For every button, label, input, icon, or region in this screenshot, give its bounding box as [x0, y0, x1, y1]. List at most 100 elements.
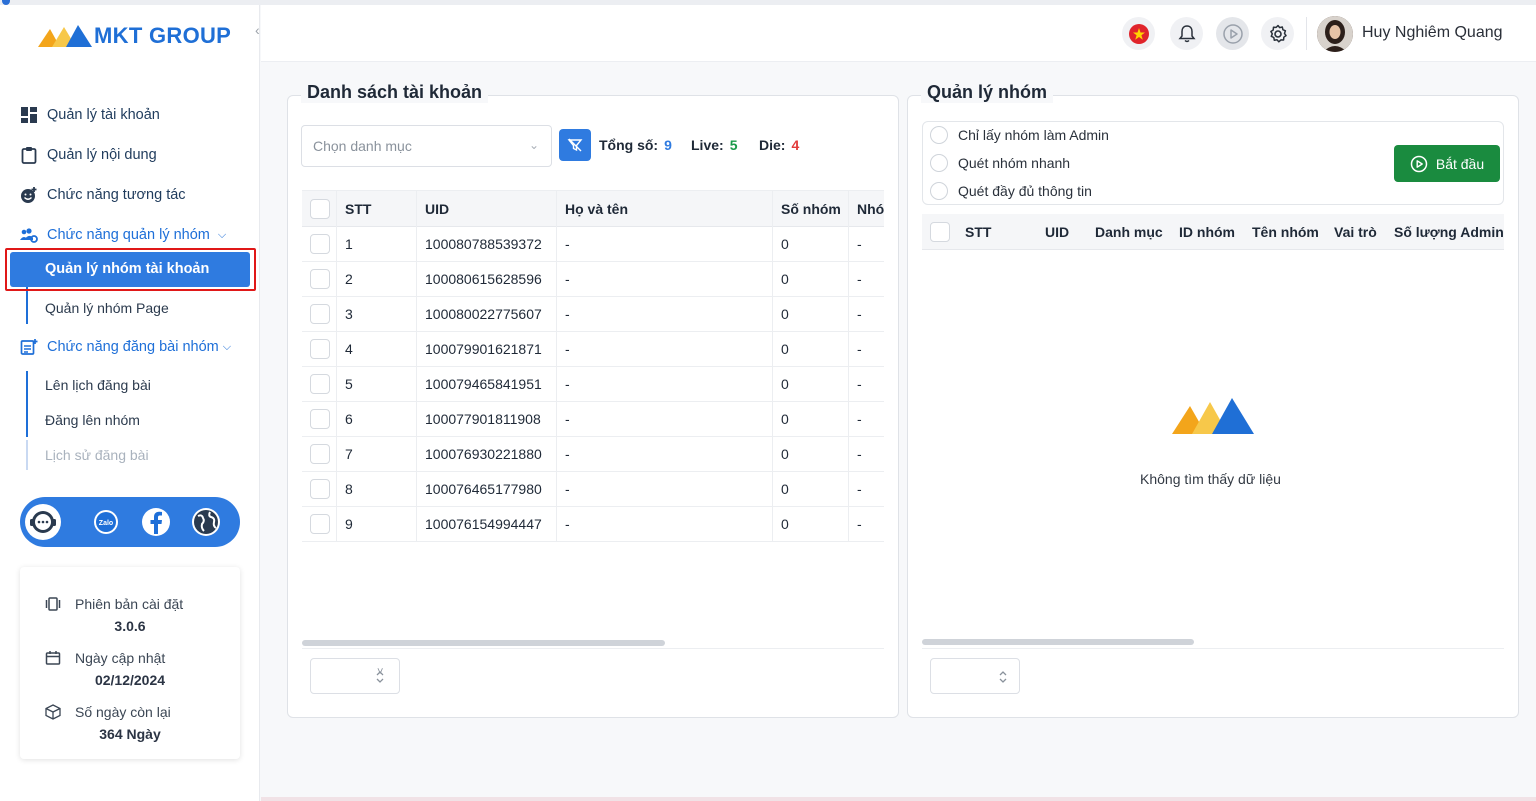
table-cell: -: [857, 236, 862, 252]
page-size-select[interactable]: ˅: [310, 658, 400, 694]
table-cell: 0: [781, 376, 789, 392]
brand-logo[interactable]: MKT GROUP: [38, 23, 231, 49]
select-all-checkbox[interactable]: [310, 199, 330, 219]
row-checkbox[interactable]: [310, 444, 330, 464]
category-select[interactable]: Chọn danh mục ⌄: [301, 125, 552, 167]
table-cell: 100076465177980: [425, 481, 542, 497]
table-row[interactable]: 7 100076930221880 - 0 -: [302, 437, 884, 472]
table-cell: -: [857, 271, 862, 287]
version-label: Phiên bản cài đặt: [75, 596, 184, 612]
settings-button[interactable]: [1261, 17, 1294, 50]
option-label: Chỉ lấy nhóm làm Admin: [958, 127, 1109, 143]
zalo-icon[interactable]: Zalo: [88, 504, 124, 540]
groups-table-header: STT UID Danh mục ID nhóm Tên nhóm Vai tr…: [922, 214, 1504, 250]
table-row[interactable]: 2 100080615628596 - 0 -: [302, 262, 884, 297]
language-button[interactable]: [1122, 17, 1155, 50]
support-icon[interactable]: [25, 504, 61, 540]
column-header-uid[interactable]: UID: [425, 191, 449, 227]
sidebar-item-group-management[interactable]: Chức năng quản lý nhóm ⌵: [20, 223, 226, 247]
option-admin-only[interactable]: Chỉ lấy nhóm làm Admin: [930, 126, 1109, 144]
clipboard-icon: [21, 147, 37, 164]
column-header-group-count[interactable]: Số nhóm: [781, 191, 841, 227]
column-header-stt[interactable]: STT: [965, 214, 991, 250]
start-button[interactable]: Bắt đầu: [1394, 145, 1500, 182]
table-row[interactable]: 4 100079901621871 - 0 -: [302, 332, 884, 367]
facebook-icon[interactable]: [138, 504, 174, 540]
avatar[interactable]: [1317, 16, 1353, 52]
sidebar-subitem-schedule-post[interactable]: Lên lịch đăng bài: [45, 377, 151, 393]
table-row[interactable]: 9 100076154994447 - 0 -: [302, 507, 884, 542]
table-cell: 7: [345, 446, 353, 462]
sidebar-item-interaction[interactable]: Chức năng tương tác: [20, 183, 186, 207]
zalo-label: Zalo: [99, 520, 113, 527]
page-size-select[interactable]: [930, 658, 1020, 694]
up-down-icon: [999, 671, 1007, 683]
column-header-category[interactable]: Danh mục: [1095, 214, 1163, 250]
sidebar-subitem-account-groups[interactable]: Quản lý nhóm tài khoản: [10, 252, 250, 287]
column-header-uid[interactable]: UID: [1045, 214, 1069, 250]
option-label: Quét đầy đủ thông tin: [958, 183, 1092, 199]
sidebar-item-group-posting[interactable]: Chức năng đăng bài nhóm ⌵: [20, 335, 231, 359]
table-cell: 6: [345, 411, 353, 427]
table-cell: 5: [345, 376, 353, 392]
table-cell: 100080788539372: [425, 236, 542, 252]
table-cell: 100076930221880: [425, 446, 542, 462]
table-cell: -: [565, 271, 570, 287]
table-row[interactable]: 3 100080022775607 - 0 -: [302, 297, 884, 332]
app-info-card: Phiên bản cài đặt 3.0.6 Ngày cập nhật 02…: [20, 567, 240, 759]
row-checkbox[interactable]: [310, 409, 330, 429]
column-header-admin-count[interactable]: Số lượng Admin: [1394, 214, 1504, 250]
sidebar-collapse-button[interactable]: ‹: [255, 22, 260, 38]
option-quick-scan[interactable]: Quét nhóm nhanh: [930, 154, 1070, 172]
radio-button[interactable]: [930, 126, 948, 144]
row-checkbox[interactable]: [310, 269, 330, 289]
clear-filter-button[interactable]: [559, 129, 591, 161]
sidebar-item-accounts[interactable]: Quản lý tài khoản: [20, 103, 160, 127]
notification-button[interactable]: [1170, 17, 1203, 50]
table-cell: 100077901811908: [425, 411, 541, 427]
table-row[interactable]: 1 100080788539372 - 0 -: [302, 227, 884, 262]
filter-off-icon: [567, 138, 583, 152]
row-checkbox[interactable]: [310, 339, 330, 359]
option-full-scan[interactable]: Quét đầy đủ thông tin: [930, 182, 1092, 200]
table-cell: -: [565, 306, 570, 322]
sidebar-subitem-post-to-group[interactable]: Đăng lên nhóm: [45, 412, 140, 428]
sidebar-subitem-page-groups[interactable]: Quản lý nhóm Page: [45, 300, 169, 316]
top-header: Huy Nghiêm Quang: [261, 5, 1536, 62]
table-row[interactable]: 5 100079465841951 - 0 -: [302, 367, 884, 402]
row-checkbox[interactable]: [310, 479, 330, 499]
table-cell: -: [857, 306, 862, 322]
updated-label: Ngày cập nhật: [75, 650, 166, 666]
column-header-groups[interactable]: Nhó: [857, 191, 884, 227]
start-button-label: Bắt đầu: [1435, 155, 1485, 172]
table-cell: 0: [781, 481, 789, 497]
tutorial-play-button[interactable]: [1216, 17, 1249, 50]
table-cell: 100079901621871: [425, 341, 542, 357]
table-cell: -: [857, 411, 862, 427]
sidebar-item-content[interactable]: Quản lý nội dung: [20, 143, 157, 167]
table-row[interactable]: 8 100076465177980 - 0 -: [302, 472, 884, 507]
column-header-group-id[interactable]: ID nhóm: [1179, 214, 1235, 250]
column-header-fullname[interactable]: Họ và tên: [565, 191, 628, 227]
column-header-group-name[interactable]: Tên nhóm: [1252, 214, 1319, 250]
bell-icon: [1177, 24, 1196, 42]
horizontal-scrollbar[interactable]: [922, 639, 1194, 645]
row-checkbox[interactable]: [310, 234, 330, 254]
total-value: 9: [664, 137, 672, 153]
radio-button[interactable]: [930, 154, 948, 172]
user-name[interactable]: Huy Nghiêm Quang: [1362, 24, 1503, 42]
column-header-role[interactable]: Vai trò: [1334, 214, 1377, 250]
days-row: Số ngày còn lại: [45, 704, 171, 720]
column-header-stt[interactable]: STT: [345, 191, 371, 227]
table-cell: 3: [345, 306, 353, 322]
select-all-checkbox[interactable]: [930, 222, 950, 242]
globe-icon[interactable]: [188, 504, 224, 540]
row-checkbox[interactable]: [310, 374, 330, 394]
sidebar-subitem-post-history[interactable]: Lịch sử đăng bài: [45, 447, 149, 463]
row-checkbox[interactable]: [310, 304, 330, 324]
horizontal-scrollbar[interactable]: [302, 640, 665, 646]
table-row[interactable]: 6 100077901811908 - 0 -: [302, 402, 884, 437]
row-checkbox[interactable]: [310, 514, 330, 534]
radio-button[interactable]: [930, 182, 948, 200]
table-cell: -: [857, 341, 862, 357]
